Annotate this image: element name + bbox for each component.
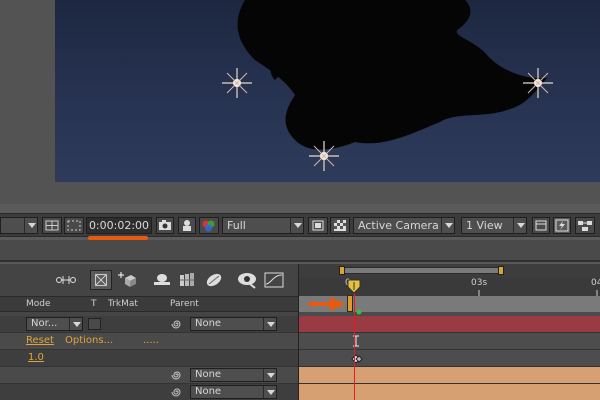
region-of-interest-button[interactable] — [64, 217, 84, 234]
parent-value: None — [195, 318, 222, 329]
hide-shy-layers-icon[interactable] — [117, 270, 139, 290]
person-icon — [183, 220, 191, 231]
i-beam-cursor-icon — [353, 335, 359, 347]
chevron-down-icon — [513, 218, 526, 233]
flowchart-icon — [578, 221, 592, 231]
preview-icon — [312, 220, 324, 231]
chevron-down-icon — [290, 218, 303, 233]
layer-duration-bar[interactable] — [299, 316, 600, 333]
camera-view-label: Active Camera — [358, 219, 439, 232]
effect-row: Reset Options... ..... — [0, 333, 298, 350]
column-t[interactable]: T — [91, 299, 97, 309]
layer-in-point-marker[interactable] — [347, 295, 353, 312]
parent-value: None — [195, 386, 222, 397]
timeline-switches-bar — [0, 264, 298, 296]
chevron-down-icon — [441, 218, 454, 233]
blend-mode-value: Nor... — [31, 318, 58, 329]
pick-whip-icon[interactable] — [171, 318, 183, 330]
time-navigator-bar — [299, 264, 600, 278]
track-matte-checkbox[interactable] — [88, 318, 101, 330]
layer-duration-bar[interactable] — [299, 367, 600, 384]
effect-extra-link[interactable]: ..... — [143, 335, 159, 346]
motion-blur-icon[interactable] — [177, 270, 199, 290]
time-ruler[interactable]: 0s 03s 04 — [299, 278, 600, 296]
pick-whip-icon[interactable] — [171, 369, 183, 381]
composition-mini-flowchart-icon[interactable] — [55, 270, 77, 290]
fast-previews-button[interactable] — [308, 217, 328, 234]
timeline-column-headers: Mode T TrkMat Parent — [0, 296, 298, 312]
magnification-dropdown[interactable] — [0, 217, 38, 234]
camera-icon — [159, 220, 171, 230]
layer-row[interactable]: Nor... None — [0, 316, 298, 333]
effect-track — [299, 333, 600, 350]
composition-canvas[interactable] — [55, 0, 600, 182]
effect-reset-link[interactable]: Reset — [26, 335, 54, 346]
current-time-display[interactable]: 0:00:02:00 — [86, 217, 152, 234]
graph-editor-icon[interactable] — [263, 270, 285, 290]
draft-3d-icon[interactable] — [90, 270, 112, 290]
show-snapshot-button[interactable] — [178, 217, 196, 234]
ruler-ticks — [478, 290, 598, 296]
column-parent[interactable]: Parent — [170, 299, 199, 309]
grid-icon — [45, 220, 59, 231]
brainstorm-icon[interactable] — [203, 270, 225, 290]
chevron-down-icon — [24, 218, 37, 233]
checkerboard-icon — [334, 220, 346, 231]
column-mode[interactable]: Mode — [26, 299, 51, 309]
green-marker-dot-icon — [356, 309, 362, 315]
pixel-aspect-icon — [535, 220, 547, 231]
chevron-down-icon — [69, 318, 82, 330]
flowchart-button[interactable] — [575, 217, 595, 234]
parent-dropdown[interactable]: None — [190, 368, 277, 382]
sparkle-icon — [309, 141, 339, 171]
keyframe-icon[interactable] — [350, 353, 364, 365]
effect-options-link[interactable]: Options... — [65, 335, 113, 346]
view-layout-label: 1 View — [466, 219, 503, 232]
sparkle-icon — [523, 68, 553, 98]
panel-divider — [0, 240, 600, 262]
frame-blending-icon[interactable] — [151, 270, 173, 290]
layer-row[interactable]: None — [0, 367, 298, 384]
chevron-down-icon — [263, 318, 276, 330]
column-trkmat[interactable]: TrkMat — [108, 299, 138, 309]
time-navigator-start-handle[interactable] — [339, 266, 345, 275]
blend-mode-dropdown[interactable]: Nor... — [26, 317, 83, 331]
pick-whip-icon[interactable] — [171, 386, 183, 398]
channel-button[interactable] — [199, 217, 219, 234]
time-navigator-end-handle[interactable] — [498, 266, 504, 275]
transparency-grid-button[interactable] — [330, 217, 350, 234]
lightning-icon — [555, 219, 569, 232]
parent-dropdown[interactable]: None — [190, 385, 277, 399]
time-navigator-track[interactable] — [341, 267, 501, 274]
parent-value: None — [195, 369, 222, 380]
resolution-dropdown[interactable]: Full — [222, 217, 304, 234]
camera-view-dropdown[interactable]: Active Camera — [353, 217, 455, 234]
region-icon — [67, 220, 81, 231]
rgb-channels-icon — [202, 220, 215, 232]
view-layout-dropdown[interactable]: 1 View — [461, 217, 527, 234]
timeline-graph[interactable]: 0s 03s 04 — [298, 264, 600, 400]
current-time-indicator-head-icon[interactable] — [346, 278, 362, 294]
annotation-arrow-icon — [308, 297, 346, 311]
viewer-toolbar: 0:00:02:00 Full Active Camera 1 View — [0, 213, 600, 237]
snapshot-button[interactable] — [156, 217, 174, 234]
composition-viewer — [0, 0, 600, 204]
current-time-indicator-line[interactable] — [354, 280, 355, 400]
chevron-down-icon — [263, 369, 276, 381]
fast-draft-button[interactable] — [553, 217, 571, 234]
graph-editor-eye-icon[interactable] — [236, 270, 258, 290]
property-track — [299, 350, 600, 367]
layer-duration-bar[interactable] — [299, 384, 600, 400]
layer-row[interactable]: None — [0, 384, 298, 400]
property-row: 1.0 — [0, 350, 298, 367]
grid-guides-button[interactable] — [42, 217, 62, 234]
resolution-label: Full — [227, 219, 246, 232]
parent-dropdown[interactable]: None — [190, 317, 277, 331]
toggle-pixel-aspect-button[interactable] — [532, 217, 550, 234]
sparkle-icon — [222, 68, 252, 98]
chevron-down-icon — [263, 386, 276, 398]
property-value[interactable]: 1.0 — [28, 352, 44, 363]
